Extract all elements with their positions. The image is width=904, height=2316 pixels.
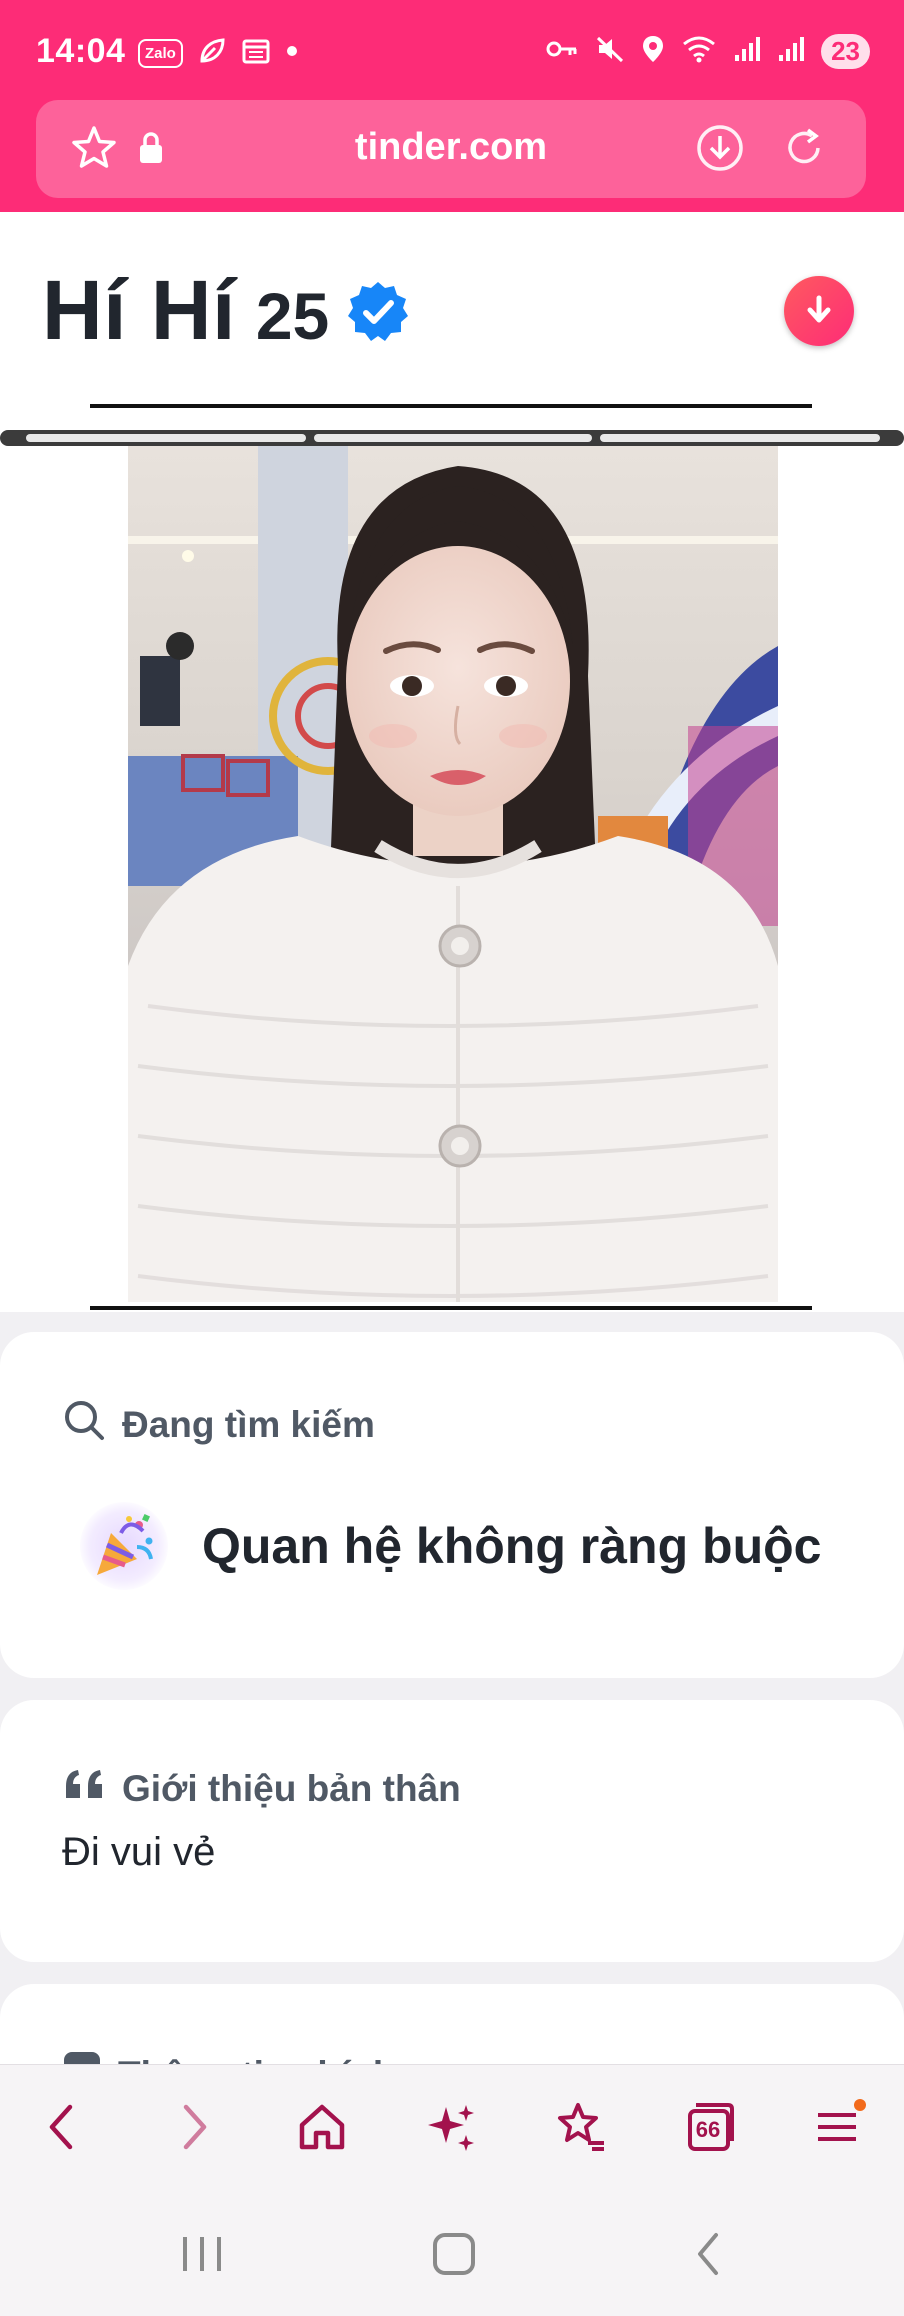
menu-icon — [818, 2099, 866, 2141]
zalo-icon: Zalo — [138, 39, 183, 68]
sparkles-icon — [428, 2105, 474, 2151]
chevron-right-icon — [183, 2104, 207, 2150]
photo-progress-bar — [0, 430, 904, 446]
browser-bottom-nav: 66 — [0, 2064, 904, 2188]
mute-icon — [595, 34, 625, 69]
profile-age: 25 — [255, 278, 330, 353]
tabs-button[interactable]: 66 — [678, 2095, 742, 2159]
top-bar: 14:04 Zalo 23 tinder.com — [0, 0, 904, 212]
looking-for-value: Quan hệ không ràng buộc — [202, 1518, 822, 1574]
address-bar[interactable]: tinder.com — [36, 100, 866, 198]
recents-icon — [183, 2237, 221, 2271]
location-icon — [641, 34, 665, 69]
looking-for-value-row: Quan hệ không ràng buộc — [80, 1502, 821, 1590]
forward-button[interactable] — [162, 2095, 226, 2159]
divider-bottom — [90, 1306, 812, 1310]
looking-for-label: Đang tìm kiếm — [122, 1403, 375, 1445]
about-label: Giới thiệu bản thân — [122, 1767, 461, 1809]
back-arrow-icon — [698, 2233, 718, 2275]
download-icon[interactable] — [694, 122, 746, 174]
dot-icon — [285, 44, 299, 63]
menu-button[interactable] — [806, 2095, 870, 2159]
battery-indicator: 23 — [821, 34, 870, 69]
home-system-button[interactable] — [424, 2224, 484, 2284]
home-icon — [299, 2104, 345, 2150]
divider-top — [90, 404, 812, 408]
looking-for-card: Đang tìm kiếm Quan hệ không ràng buộc — [0, 1332, 904, 1678]
profile-photo[interactable] — [128, 446, 778, 1302]
photo-progress-segment-1[interactable] — [26, 434, 306, 442]
square-home-icon — [433, 2233, 475, 2275]
reload-icon[interactable] — [778, 122, 830, 174]
about-text: Đi vui vẻ — [62, 1830, 216, 1874]
signal-2-icon — [777, 35, 805, 68]
ai-button[interactable] — [420, 2095, 484, 2159]
status-bar: 14:04 Zalo 23 — [0, 0, 904, 100]
bookmarks-button[interactable] — [548, 2095, 612, 2159]
tabs-count: 66 — [695, 2117, 721, 2142]
recent-apps-button[interactable] — [172, 2224, 232, 2284]
photo-progress-segment-3[interactable] — [600, 434, 880, 442]
back-button[interactable] — [30, 2095, 94, 2159]
looking-for-header: Đang tìm kiếm — [62, 1398, 375, 1451]
star-list-icon — [558, 2103, 604, 2151]
profile-header: Hí Hí 25 — [0, 212, 904, 1312]
home-button[interactable] — [290, 2095, 354, 2159]
screen: 14:04 Zalo 23 tinder.com Hí Hí 25 Đang t… — [0, 0, 904, 2316]
signal-icon — [733, 35, 761, 68]
chevron-left-icon — [49, 2104, 73, 2150]
quote-icon — [62, 1766, 106, 1811]
wifi-icon — [681, 34, 717, 69]
back-system-button[interactable] — [678, 2224, 738, 2284]
key-icon — [545, 36, 579, 67]
notification-icons: Zalo — [138, 36, 299, 71]
about-card: Giới thiệu bản thân Đi vui vẻ — [0, 1700, 904, 1962]
party-popper-icon — [80, 1502, 168, 1590]
system-nav-bar — [0, 2188, 904, 2316]
photo-progress-segment-2[interactable] — [314, 434, 592, 442]
name-row: Hí Hí 25 — [42, 262, 411, 359]
verified-badge-icon — [345, 279, 411, 350]
status-time: 14:04 — [36, 32, 126, 70]
system-icons: 23 — [545, 34, 870, 69]
calendar-icon — [241, 36, 271, 71]
arrow-down-icon — [807, 295, 831, 323]
search-icon — [62, 1398, 106, 1451]
profile-name: Hí Hí — [42, 263, 236, 357]
profile-action-button[interactable] — [784, 276, 854, 346]
about-header: Giới thiệu bản thân — [62, 1766, 461, 1811]
leaf-icon — [197, 36, 227, 71]
